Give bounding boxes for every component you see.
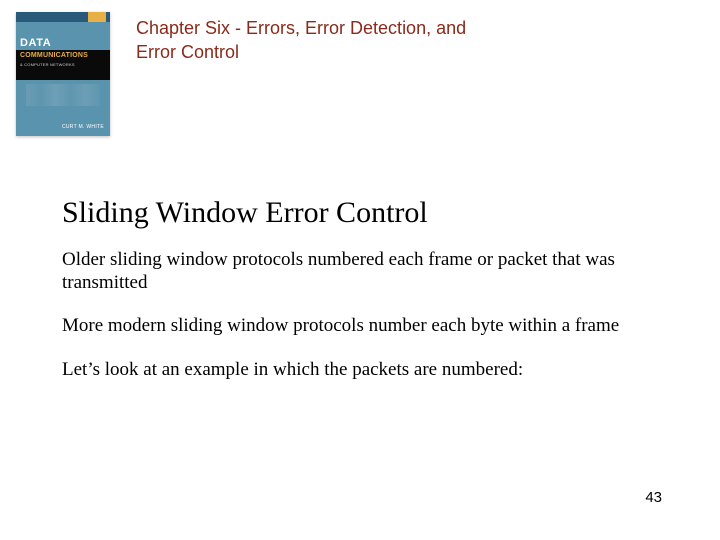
book-title-line1: DATA [20, 37, 51, 49]
chapter-title: Chapter Six - Errors, Error Detection, a… [136, 12, 476, 65]
book-subtitle: & COMPUTER NETWORKS [20, 62, 75, 67]
body-paragraph: More modern sliding window protocols num… [62, 314, 642, 337]
slide-title: Sliding Window Error Control [62, 196, 658, 230]
page-number: 43 [645, 489, 662, 506]
body-paragraph: Let’s look at an example in which the pa… [62, 358, 642, 381]
book-cover-thumbnail: DATA COMMUNICATIONS & COMPUTER NETWORKS … [16, 12, 110, 136]
slide-content: Sliding Window Error Control Older slidi… [0, 136, 720, 381]
body-paragraph: Older sliding window protocols numbered … [62, 248, 642, 294]
book-title-line2: COMMUNICATIONS [20, 52, 88, 59]
slide-header: DATA COMMUNICATIONS & COMPUTER NETWORKS … [0, 0, 720, 136]
book-author: CURT M. WHITE [62, 124, 104, 130]
